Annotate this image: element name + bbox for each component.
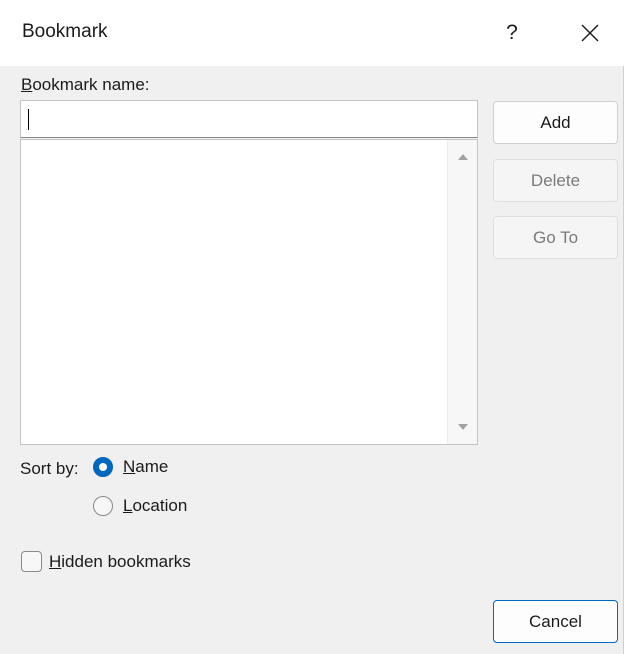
bookmark-list[interactable] <box>20 139 478 445</box>
scroll-down-arrow-icon[interactable] <box>458 424 468 430</box>
hidden-bookmarks-checkbox[interactable] <box>21 551 42 572</box>
go-to-button[interactable]: Go To <box>493 216 618 259</box>
list-scrollbar[interactable] <box>447 140 477 444</box>
bookmark-name-label-text: ookmark name: <box>32 75 150 94</box>
bookmark-dialog: Bookmark ? Bookmark name: Add Delete Go … <box>0 0 624 654</box>
sort-name-accel: N <box>123 457 136 476</box>
scroll-up-arrow-icon[interactable] <box>458 154 468 160</box>
bookmark-name-label: Bookmark name: <box>21 75 150 95</box>
sort-location-option[interactable]: Location <box>93 496 187 516</box>
hidden-bookmarks-accel: H <box>49 551 62 571</box>
bookmark-name-input[interactable] <box>20 100 478 138</box>
close-icon <box>581 24 599 42</box>
sort-by-label: Sort by: <box>20 459 79 478</box>
close-button[interactable] <box>564 10 616 56</box>
sort-name-label-text: ame <box>135 457 169 476</box>
hidden-bookmarks-option[interactable]: Hidden bookmarks <box>21 551 191 572</box>
sort-name-label: Name <box>123 457 168 477</box>
text-caret <box>28 109 29 130</box>
delete-button[interactable]: Delete <box>493 159 618 202</box>
hidden-bookmarks-label-text: idden bookmarks <box>61 551 191 571</box>
help-button[interactable]: ? <box>486 10 538 56</box>
add-button[interactable]: Add <box>493 101 618 144</box>
dialog-title: Bookmark <box>22 21 108 42</box>
bookmark-name-accel: B <box>21 75 33 94</box>
hidden-bookmarks-label: Hidden bookmarks <box>49 552 191 572</box>
cancel-button[interactable]: Cancel <box>493 600 618 643</box>
radio-location-unchecked[interactable] <box>93 496 113 516</box>
sort-location-label-text: ocation <box>132 496 188 515</box>
radio-name-checked[interactable] <box>93 457 113 477</box>
title-bar: Bookmark ? <box>0 0 624 66</box>
sort-name-option[interactable]: Name <box>93 457 168 477</box>
sort-location-label: Location <box>123 496 187 516</box>
